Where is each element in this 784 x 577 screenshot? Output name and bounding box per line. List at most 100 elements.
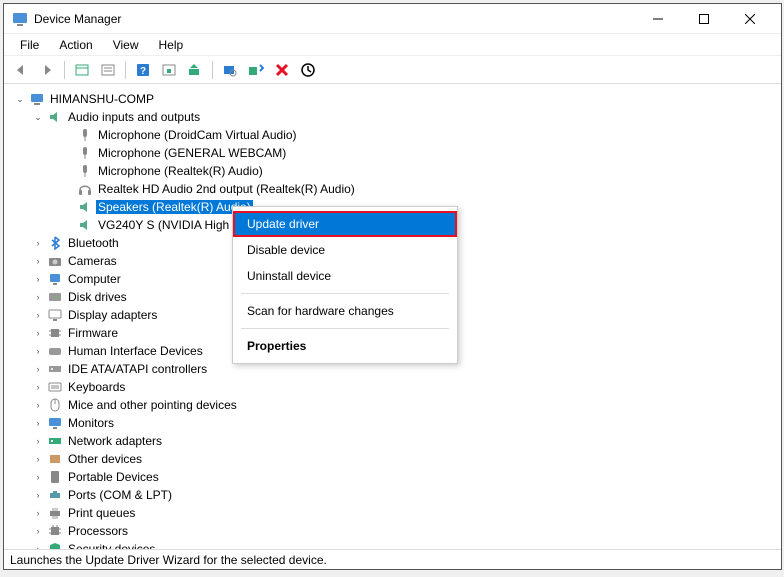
- tree-item-label: Print queues: [66, 506, 137, 520]
- toolbar: ?: [4, 56, 781, 84]
- tree-device[interactable]: Microphone (Realtek(R) Audio): [4, 162, 781, 180]
- chevron-right-icon[interactable]: ›: [32, 489, 44, 501]
- tree-category[interactable]: › Ports (COM & LPT): [4, 486, 781, 504]
- help-button[interactable]: ?: [132, 59, 154, 81]
- chevron-right-icon[interactable]: ›: [32, 399, 44, 411]
- tree-category[interactable]: › Mice and other pointing devices: [4, 396, 781, 414]
- speaker-icon: [77, 199, 93, 215]
- chevron-down-icon[interactable]: ⌄: [14, 93, 26, 105]
- toolbar-separator: [125, 61, 126, 79]
- chevron-right-icon[interactable]: ›: [32, 327, 44, 339]
- action-icon[interactable]: [158, 59, 180, 81]
- menu-action[interactable]: Action: [49, 36, 102, 54]
- chevron-right-icon[interactable]: ›: [32, 273, 44, 285]
- context-uninstall-device[interactable]: Uninstall device: [233, 263, 457, 289]
- window-controls: [635, 4, 773, 34]
- tree-category[interactable]: › Portable Devices: [4, 468, 781, 486]
- tree-category[interactable]: ›Keyboards: [4, 378, 781, 396]
- back-button[interactable]: [10, 59, 32, 81]
- tree-category[interactable]: › Processors: [4, 522, 781, 540]
- microphone-icon: [77, 127, 93, 143]
- tree-device[interactable]: Realtek HD Audio 2nd output (Realtek(R) …: [4, 180, 781, 198]
- menu-help[interactable]: Help: [149, 36, 194, 54]
- menubar: File Action View Help: [4, 34, 781, 56]
- chevron-right-icon[interactable]: ›: [32, 255, 44, 267]
- tree-item-label: Bluetooth: [66, 236, 121, 250]
- processor-icon: [47, 523, 63, 539]
- tree-item-label: Computer: [66, 272, 123, 286]
- status-text: Launches the Update Driver Wizard for th…: [10, 553, 327, 567]
- tree-device[interactable]: Microphone (DroidCam Virtual Audio): [4, 126, 781, 144]
- chevron-right-icon[interactable]: ›: [32, 471, 44, 483]
- add-legacy-icon[interactable]: [245, 59, 267, 81]
- tree-category[interactable]: ›Security devices: [4, 540, 781, 549]
- portable-icon: [47, 469, 63, 485]
- bluetooth-icon: [47, 235, 63, 251]
- tree-item-label: Human Interface Devices: [66, 344, 205, 358]
- context-update-driver[interactable]: Update driver: [233, 211, 457, 237]
- scan-hardware-icon[interactable]: [219, 59, 241, 81]
- computer-icon: [47, 271, 63, 287]
- display-icon: [47, 307, 63, 323]
- port-icon: [47, 487, 63, 503]
- chevron-right-icon[interactable]: ›: [32, 417, 44, 429]
- chevron-right-icon[interactable]: ›: [32, 381, 44, 393]
- tree-category[interactable]: › Print queues: [4, 504, 781, 522]
- properties-button[interactable]: [97, 59, 119, 81]
- maximize-button[interactable]: [681, 4, 727, 34]
- disk-icon: [47, 289, 63, 305]
- security-icon: [47, 541, 63, 549]
- mouse-icon: [47, 397, 63, 413]
- tree-category[interactable]: ›Network adapters: [4, 432, 781, 450]
- show-hide-tree-button[interactable]: [71, 59, 93, 81]
- chevron-right-icon[interactable]: ›: [32, 507, 44, 519]
- toolbar-separator: [64, 61, 65, 79]
- tree-item-label: IDE ATA/ATAPI controllers: [66, 362, 209, 376]
- tree-device[interactable]: Microphone (GENERAL WEBCAM): [4, 144, 781, 162]
- tree-item-label: Other devices: [66, 452, 144, 466]
- menu-view[interactable]: View: [103, 36, 149, 54]
- tree-root[interactable]: ⌄ HIMANSHU-COMP: [4, 90, 781, 108]
- chevron-right-icon[interactable]: ›: [32, 525, 44, 537]
- context-properties[interactable]: Properties: [233, 333, 457, 359]
- tree-item-label: Mice and other pointing devices: [66, 398, 239, 412]
- chevron-down-icon[interactable]: ⌄: [32, 111, 44, 123]
- chip-icon: [47, 325, 63, 341]
- headphones-icon: [77, 181, 93, 197]
- window-title: Device Manager: [34, 12, 635, 26]
- tree-item-label: Security devices: [66, 542, 157, 549]
- tree-category[interactable]: › Monitors: [4, 414, 781, 432]
- menu-file[interactable]: File: [10, 36, 49, 54]
- chevron-right-icon[interactable]: ›: [32, 237, 44, 249]
- context-scan-hardware[interactable]: Scan for hardware changes: [233, 298, 457, 324]
- tree-item-label: Audio inputs and outputs: [66, 110, 202, 124]
- tree-item-label: Portable Devices: [66, 470, 161, 484]
- context-menu: Update driver Disable device Uninstall d…: [232, 206, 458, 364]
- disable-icon[interactable]: [297, 59, 319, 81]
- tree-item-label: Monitors: [66, 416, 116, 430]
- tree-category-audio[interactable]: ⌄ Audio inputs and outputs: [4, 108, 781, 126]
- chevron-right-icon[interactable]: ›: [32, 435, 44, 447]
- chevron-right-icon[interactable]: ›: [32, 309, 44, 321]
- context-disable-device[interactable]: Disable device: [233, 237, 457, 263]
- statusbar: Launches the Update Driver Wizard for th…: [4, 549, 781, 569]
- chevron-right-icon[interactable]: ›: [32, 345, 44, 357]
- tree-item-label: Microphone (DroidCam Virtual Audio): [96, 128, 299, 142]
- monitor-icon: [47, 415, 63, 431]
- forward-button[interactable]: [36, 59, 58, 81]
- chevron-right-icon[interactable]: ›: [32, 291, 44, 303]
- tree-item-label: Processors: [66, 524, 130, 538]
- titlebar: Device Manager: [4, 4, 781, 34]
- tree-item-label: Ports (COM & LPT): [66, 488, 174, 502]
- chevron-right-icon[interactable]: ›: [32, 363, 44, 375]
- close-button[interactable]: [727, 4, 773, 34]
- chevron-right-icon[interactable]: ›: [32, 453, 44, 465]
- minimize-button[interactable]: [635, 4, 681, 34]
- app-icon: [12, 11, 28, 27]
- uninstall-icon[interactable]: [271, 59, 293, 81]
- tree-item-label: Microphone (Realtek(R) Audio): [96, 164, 265, 178]
- speaker-icon: [77, 217, 93, 233]
- tree-category[interactable]: › Other devices: [4, 450, 781, 468]
- update-driver-icon[interactable]: [184, 59, 206, 81]
- svg-text:?: ?: [140, 66, 146, 77]
